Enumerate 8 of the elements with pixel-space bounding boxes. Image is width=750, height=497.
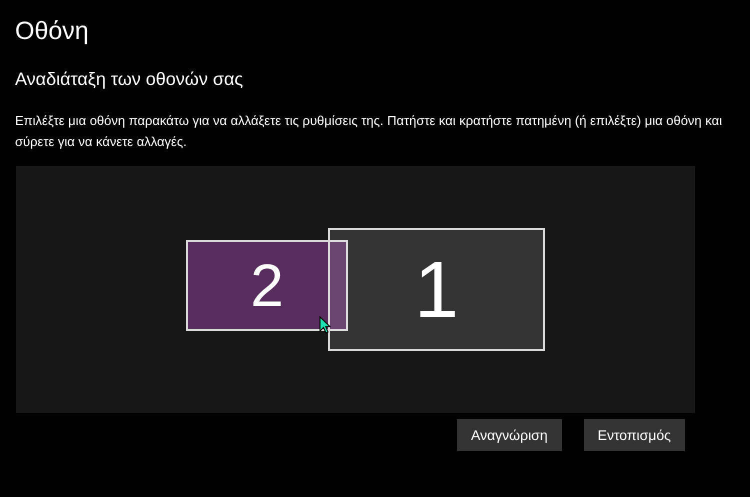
display-tile[interactable]: 1 — [328, 228, 545, 351]
action-button[interactable]: Αναγνώριση — [457, 419, 562, 451]
action-button[interactable]: Εντοπισμός — [584, 419, 685, 451]
section-heading: Αναδιάταξη των οθονών σας — [15, 68, 244, 91]
description-text: Επιλέξτε μια οθόνη παρακάτω για να αλλάξετε τις ρυθμίσεις της. Πατήστε και κρατήστε πατημένη (ή επιλέξτε) μια οθόνη και σύρετε για να κάνετε αλλαγές. — [15, 112, 724, 151]
mouse-pointer-icon — [319, 316, 331, 334]
page-title: Οθόνη — [15, 16, 89, 46]
display-tile[interactable]: 2 — [186, 240, 348, 331]
